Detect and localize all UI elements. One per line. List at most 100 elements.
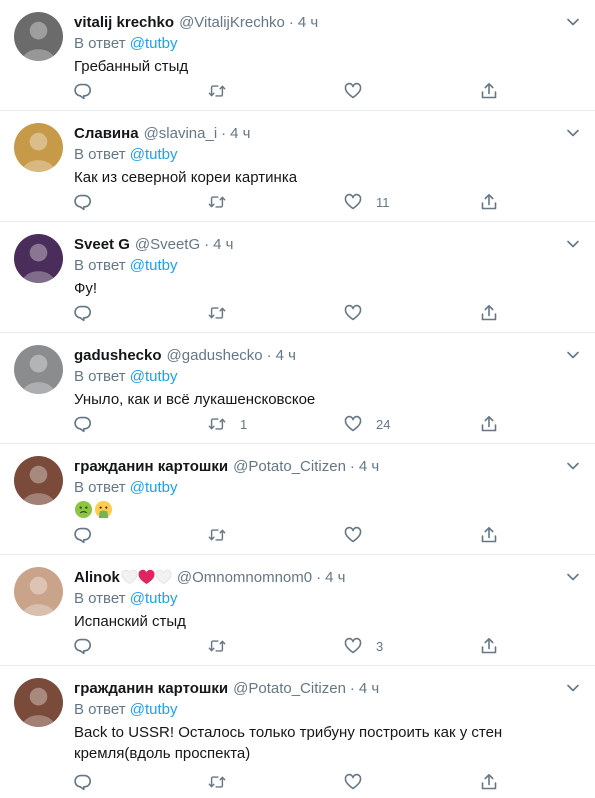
like-button[interactable]: [344, 524, 376, 546]
user-handle[interactable]: @slavina_i: [144, 125, 218, 142]
avatar[interactable]: [14, 12, 63, 61]
reply-mention-link[interactable]: @tutby: [130, 701, 178, 718]
user-handle[interactable]: @VitalijKrechko: [179, 14, 285, 31]
tweet-header: Alinok @Omnomnomnom0 · 4 ч: [74, 567, 579, 587]
like-button[interactable]: 3: [344, 635, 383, 657]
separator-dot: ·: [316, 568, 322, 586]
share-button[interactable]: [480, 413, 498, 435]
user-handle[interactable]: @Potato_Citizen: [233, 458, 346, 475]
reply-icon: [74, 638, 91, 655]
reply-mention-link[interactable]: @tutby: [130, 257, 178, 274]
chevron-down-icon[interactable]: [565, 347, 581, 363]
share-button[interactable]: [480, 302, 498, 324]
retweet-count: 1: [240, 416, 248, 432]
chevron-down-icon[interactable]: [565, 14, 581, 30]
retweet-button[interactable]: [208, 80, 240, 102]
tweet[interactable]: гражданин картошки @Potato_Citizen · 4 ч…: [0, 444, 595, 555]
tweet-actions: [74, 80, 595, 102]
tweet-text: Как из северной кореи картинка: [74, 169, 298, 186]
user-handle[interactable]: @gadushecko: [167, 347, 263, 364]
reply-prefix-label: В ответ: [74, 590, 126, 607]
reply-mention-link[interactable]: @tutby: [130, 590, 178, 607]
share-icon: [481, 774, 497, 790]
heart-icon: [344, 415, 362, 432]
tweet[interactable]: vitalij krechko @VitalijKrechko · 4 ч В …: [0, 0, 595, 111]
timestamp[interactable]: 4 ч: [213, 236, 233, 253]
reply-icon: [74, 416, 91, 433]
share-button[interactable]: [480, 635, 498, 657]
tweet[interactable]: Sveet G @SveetG · 4 ч В ответ @tutby Фу!: [0, 222, 595, 333]
like-button[interactable]: 11: [344, 191, 390, 213]
retweet-button[interactable]: [208, 191, 240, 213]
share-button[interactable]: [480, 191, 498, 213]
user-handle[interactable]: @Omnomnomnom0: [177, 569, 312, 586]
chevron-down-icon[interactable]: [565, 458, 581, 474]
retweet-button[interactable]: [208, 524, 240, 546]
avatar[interactable]: [14, 567, 63, 616]
reply-button[interactable]: [74, 413, 106, 435]
timestamp[interactable]: 4 ч: [359, 680, 379, 697]
retweet-button[interactable]: [208, 771, 240, 793]
share-button[interactable]: [480, 524, 498, 546]
avatar[interactable]: [14, 234, 63, 283]
display-name[interactable]: гражданин картошки: [74, 680, 228, 697]
timestamp[interactable]: 4 ч: [276, 347, 296, 364]
chevron-down-icon[interactable]: [565, 236, 581, 252]
display-name[interactable]: gadushecko: [74, 347, 162, 364]
reply-prefix-label: В ответ: [74, 146, 126, 163]
user-handle[interactable]: @SveetG: [135, 236, 200, 253]
retweet-button[interactable]: [208, 302, 240, 324]
timestamp[interactable]: 4 ч: [298, 14, 318, 31]
chevron-down-icon[interactable]: [565, 680, 581, 696]
tweet[interactable]: Alinok @Omnomnomnom0 · 4 ч В ответ @tutb…: [0, 555, 595, 666]
avatar[interactable]: [14, 456, 63, 505]
tweet-header: Славина @slavina_i · 4 ч: [74, 123, 579, 143]
chevron-down-icon[interactable]: [565, 569, 581, 585]
reply-button[interactable]: [74, 771, 106, 793]
like-button[interactable]: [344, 302, 376, 324]
reply-button[interactable]: [74, 191, 106, 213]
retweet-button[interactable]: 1: [208, 413, 247, 435]
avatar[interactable]: [14, 123, 63, 172]
timestamp[interactable]: 4 ч: [359, 458, 379, 475]
tweet-header: гражданин картошки @Potato_Citizen · 4 ч: [74, 456, 579, 476]
reply-button[interactable]: [74, 302, 106, 324]
display-name[interactable]: Alinok: [74, 569, 120, 586]
reply-context: В ответ @tutby: [74, 479, 579, 499]
avatar[interactable]: [14, 678, 63, 727]
share-icon: [481, 83, 497, 99]
share-button[interactable]: [480, 771, 498, 793]
tweet[interactable]: гражданин картошки @Potato_Citizen · 4 ч…: [0, 666, 595, 798]
display-name[interactable]: Славина: [74, 125, 139, 142]
reply-mention-link[interactable]: @tutby: [130, 479, 178, 496]
reply-icon: [74, 305, 91, 322]
red-heart-icon: [138, 569, 155, 585]
reply-mention-link[interactable]: @tutby: [130, 368, 178, 385]
tweet-header: vitalij krechko @VitalijKrechko · 4 ч: [74, 12, 579, 32]
reply-button[interactable]: [74, 635, 106, 657]
avatar[interactable]: [14, 345, 63, 394]
display-name[interactable]: гражданин картошки: [74, 458, 228, 475]
tweet-actions: 3: [74, 635, 595, 657]
share-icon: [481, 416, 497, 432]
share-icon: [481, 527, 497, 543]
tweet[interactable]: gadushecko @gadushecko · 4 ч В ответ @tu…: [0, 333, 595, 444]
user-handle[interactable]: @Potato_Citizen: [233, 680, 346, 697]
like-button[interactable]: [344, 80, 376, 102]
timestamp[interactable]: 4 ч: [325, 569, 345, 586]
reply-mention-link[interactable]: @tutby: [130, 35, 178, 52]
timestamp[interactable]: 4 ч: [230, 125, 250, 142]
like-button[interactable]: [344, 771, 376, 793]
heart-icon: [344, 304, 362, 321]
chevron-down-icon[interactable]: [565, 125, 581, 141]
tweet[interactable]: Славина @slavina_i · 4 ч В ответ @tutby …: [0, 111, 595, 222]
display-name[interactable]: Sveet G: [74, 236, 130, 253]
like-button[interactable]: 24: [344, 413, 390, 435]
retweet-icon: [208, 307, 226, 319]
reply-mention-link[interactable]: @tutby: [130, 146, 178, 163]
retweet-button[interactable]: [208, 635, 240, 657]
display-name[interactable]: vitalij krechko: [74, 14, 174, 31]
reply-button[interactable]: [74, 524, 106, 546]
reply-button[interactable]: [74, 80, 106, 102]
share-button[interactable]: [480, 80, 498, 102]
